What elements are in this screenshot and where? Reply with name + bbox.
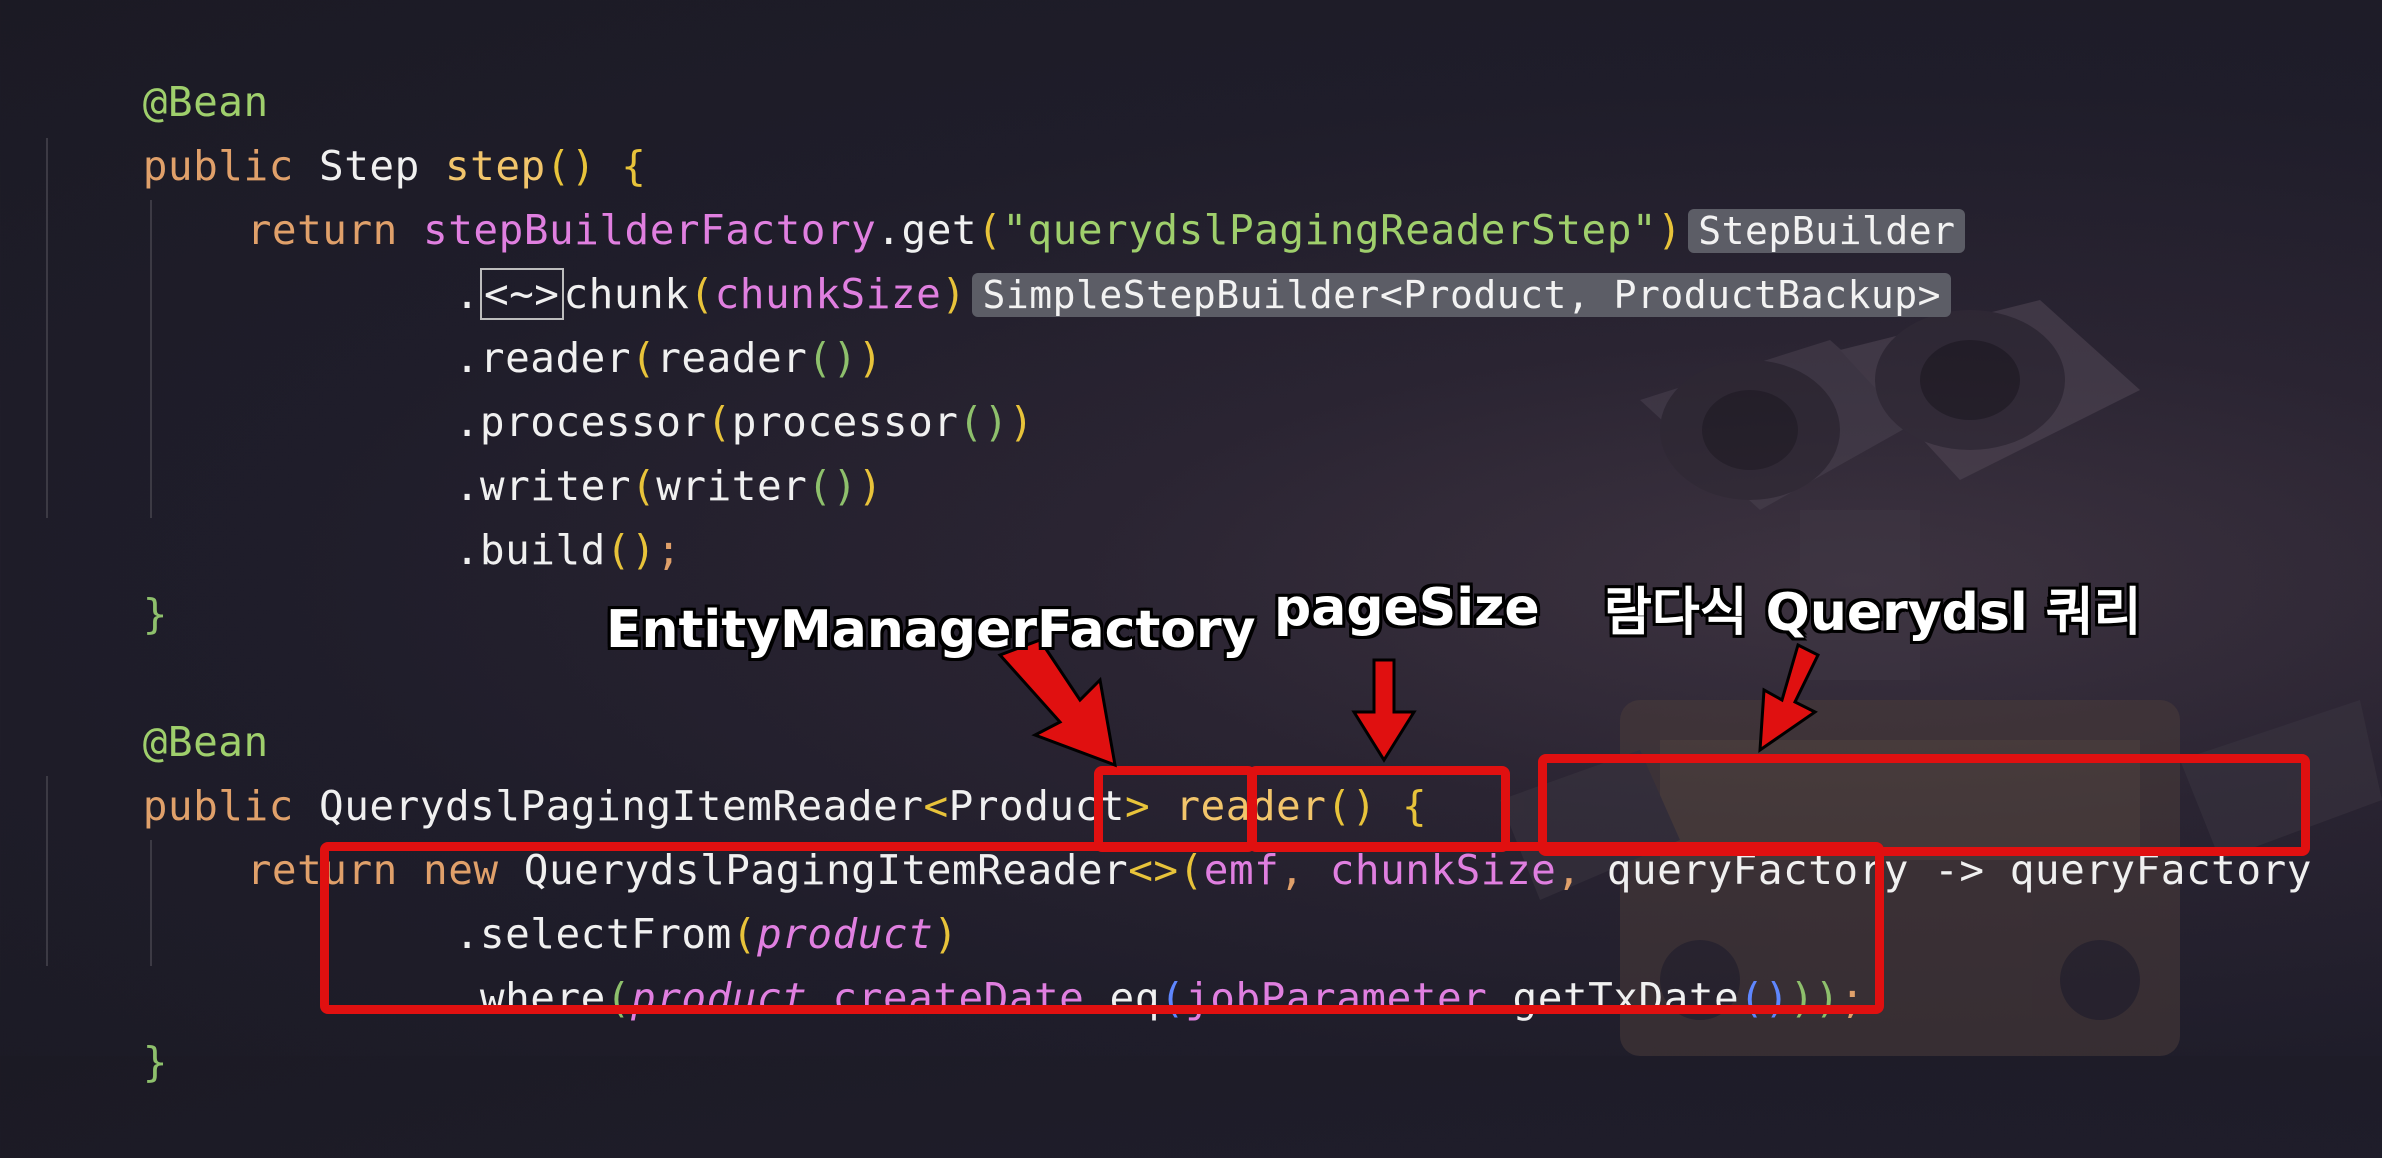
arrow-pagesize-icon (1351, 658, 1417, 763)
pagesize-label: pageSize (1274, 578, 1540, 638)
lambda-label: 람다식 Querydsl 쿼리 (1604, 583, 2142, 643)
emf-label: EntityManagerFactory (606, 600, 1256, 660)
arrow-lambda-icon (1758, 642, 1821, 754)
callout-arrows (997, 638, 1821, 768)
